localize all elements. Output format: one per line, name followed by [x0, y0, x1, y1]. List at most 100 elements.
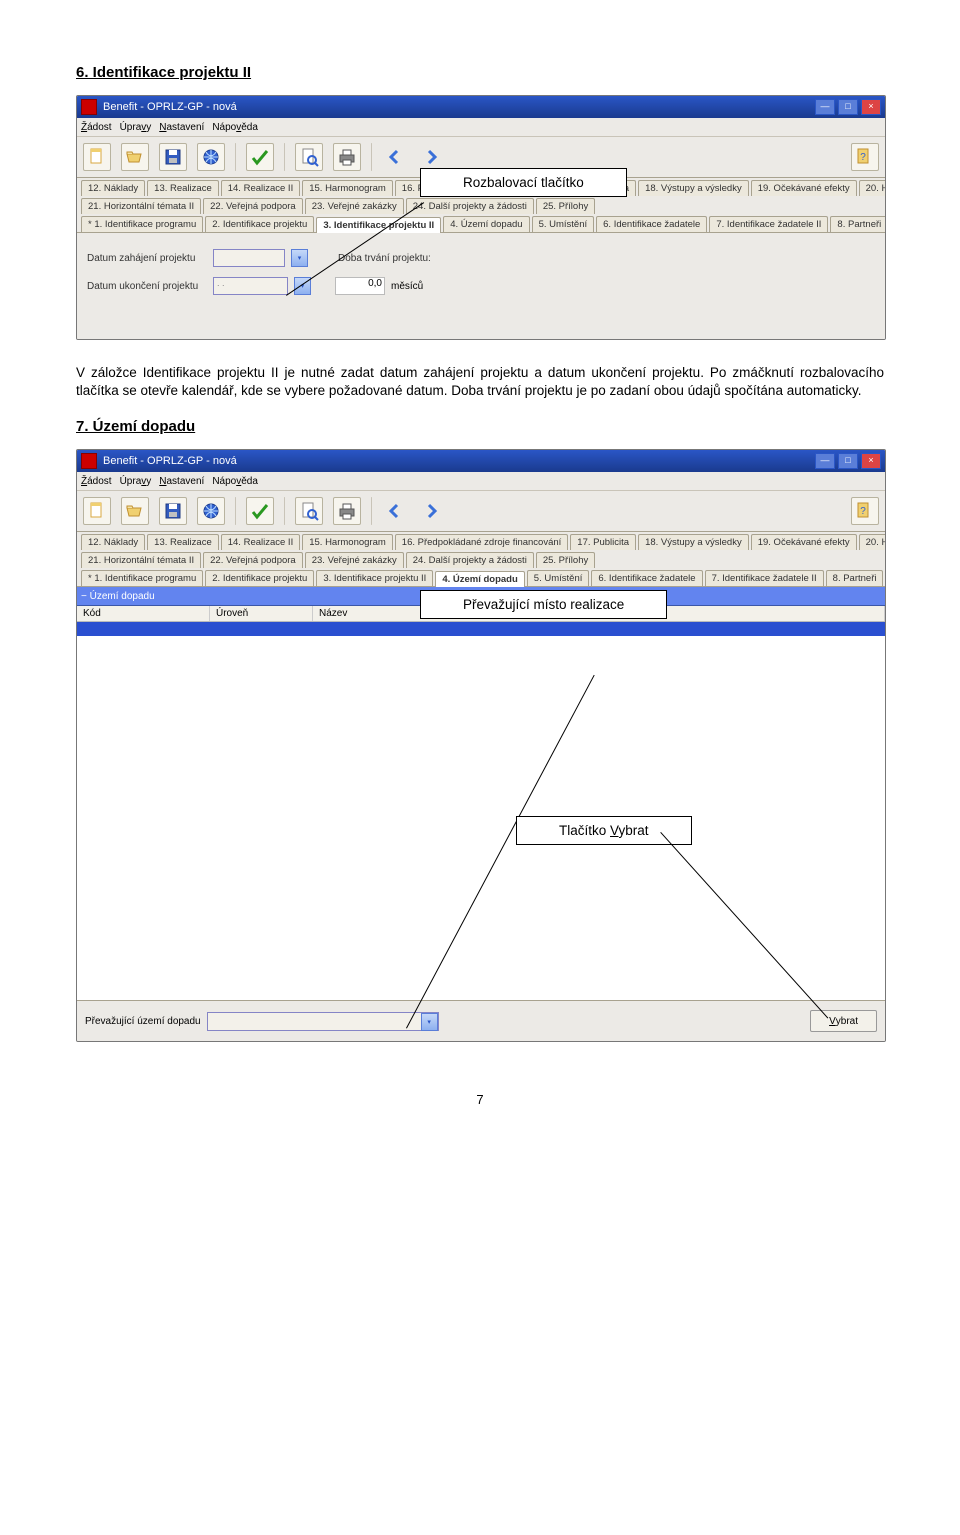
toolbar-separator	[284, 143, 285, 171]
close-button[interactable]: ×	[861, 99, 881, 115]
tab-5[interactable]: 5. Umístění	[527, 570, 590, 586]
menu-napoveda[interactable]: Nápověda	[212, 476, 258, 487]
col-kod[interactable]: Kód	[77, 606, 210, 621]
svg-text:?: ?	[860, 152, 866, 163]
toolbar-check-icon[interactable]	[246, 143, 274, 171]
tab-24[interactable]: 24. Další projekty a žádosti	[406, 198, 534, 214]
tab-3-active[interactable]: 3. Identifikace projektu II	[316, 217, 441, 233]
maximize-button[interactable]: □	[838, 99, 858, 115]
menu-napoveda[interactable]: Nápověda	[212, 122, 258, 133]
menu-zadost[interactable]: Žádost	[81, 122, 112, 133]
label-datum-zahajeni: Datum zahájení projektu	[87, 253, 207, 264]
toolbar-open-icon[interactable]	[121, 143, 149, 171]
svg-text:?: ?	[860, 506, 866, 517]
tab-18[interactable]: 18. Výstupy a výsledky	[638, 180, 749, 196]
tab-20[interactable]: 20. Horizontální témata I	[859, 534, 886, 550]
col-uroven[interactable]: Úroveň	[210, 606, 313, 621]
toolbar-prev-icon[interactable]	[382, 144, 408, 170]
tab-4[interactable]: 4. Území dopadu	[443, 216, 529, 232]
tab-1[interactable]: * 1. Identifikace programu	[81, 570, 203, 586]
toolbar-next-icon[interactable]	[418, 144, 444, 170]
callout-prevazujici-misto: Převažující místo realizace	[420, 590, 667, 619]
tab-13[interactable]: 13. Realizace	[147, 180, 219, 196]
toolbar-print-icon[interactable]	[333, 143, 361, 171]
tab-23[interactable]: 23. Veřejné zakázky	[305, 198, 404, 214]
tab-1[interactable]: * 1. Identifikace programu	[81, 216, 203, 232]
toolbar-new-icon[interactable]	[83, 497, 111, 525]
dropdown-icon-zahajeni[interactable]: ▾	[291, 249, 308, 267]
vybrat-button[interactable]: Vybrat	[810, 1010, 877, 1032]
tab-24[interactable]: 24. Další projekty a žádosti	[406, 552, 534, 568]
window-title-2: Benefit - OPRLZ-GP - nová	[103, 455, 237, 467]
tab-23[interactable]: 23. Veřejné zakázky	[305, 552, 404, 568]
toolbar-check-icon[interactable]	[246, 497, 274, 525]
minimize-button[interactable]: —	[815, 99, 835, 115]
tab-8[interactable]: 8. Partneři	[826, 570, 884, 586]
tab-9[interactable]: 9. Popis	[885, 570, 886, 586]
dropdown-icon-prevazujici[interactable]: ▾	[421, 1013, 438, 1031]
toolbar-globe-icon[interactable]	[197, 143, 225, 171]
toolbar-2: ?	[77, 491, 885, 532]
input-datum-ukonceni[interactable]: . .	[213, 277, 288, 295]
tab-17[interactable]: 17. Publicita	[570, 534, 636, 550]
toolbar-save-icon[interactable]	[159, 143, 187, 171]
toolbar-help-icon[interactable]: ?	[851, 497, 879, 525]
bottom-bar: Převažující území dopadu ▾ Vybrat	[77, 1001, 885, 1041]
toolbar-preview-icon[interactable]	[295, 143, 323, 171]
page-number: 7	[76, 1092, 884, 1107]
toolbar-separator	[235, 143, 236, 171]
tab-14[interactable]: 14. Realizace II	[221, 180, 300, 196]
table-row-selected[interactable]	[77, 622, 885, 636]
tab-2[interactable]: 2. Identifikace projektu	[205, 570, 314, 586]
tab-21[interactable]: 21. Horizontální témata II	[81, 198, 201, 214]
tab-7[interactable]: 7. Identifikace žadatele II	[709, 216, 828, 232]
tab-6[interactable]: 6. Identifikace žadatele	[596, 216, 707, 232]
input-datum-zahajeni[interactable]	[213, 249, 285, 267]
menu-zadost[interactable]: Žádost	[81, 476, 112, 487]
toolbar-separator	[371, 143, 372, 171]
tab-3[interactable]: 3. Identifikace projektu II	[316, 570, 433, 586]
tab-6[interactable]: 6. Identifikace žadatele	[591, 570, 702, 586]
tab-25[interactable]: 25. Přílohy	[536, 552, 595, 568]
tab-20[interactable]: 20. Horizontální témata I	[859, 180, 886, 196]
tab-12[interactable]: 12. Náklady	[81, 180, 145, 196]
tab-14[interactable]: 14. Realizace II	[221, 534, 300, 550]
tab-4-active[interactable]: 4. Území dopadu	[435, 571, 524, 587]
tab-16[interactable]: 16. Předpokládané zdroje financování	[395, 534, 569, 550]
minimize-button[interactable]: —	[815, 453, 835, 469]
tab-18[interactable]: 18. Výstupy a výsledky	[638, 534, 749, 550]
toolbar-new-icon[interactable]	[83, 143, 111, 171]
toolbar-globe-icon[interactable]	[197, 497, 225, 525]
tab-22[interactable]: 22. Veřejná podpora	[203, 552, 303, 568]
tab-8[interactable]: 8. Partneři	[830, 216, 886, 232]
menubar: Žádost Úpravy Nastavení Nápověda	[77, 118, 885, 137]
select-prevazujici-uzemi[interactable]: ▾	[207, 1012, 439, 1031]
menu-nastaveni[interactable]: Nastavení	[159, 476, 204, 487]
toolbar-prev-icon[interactable]	[382, 498, 408, 524]
list-body[interactable]	[77, 622, 885, 1001]
menu-upravy[interactable]: Úpravy	[120, 122, 152, 133]
tab-19[interactable]: 19. Očekávané efekty	[751, 180, 857, 196]
toolbar-open-icon[interactable]	[121, 497, 149, 525]
tab-22[interactable]: 22. Veřejná podpora	[203, 198, 303, 214]
tab-25[interactable]: 25. Přílohy	[536, 198, 595, 214]
maximize-button[interactable]: □	[838, 453, 858, 469]
tab-12[interactable]: 12. Náklady	[81, 534, 145, 550]
menu-upravy[interactable]: Úpravy	[120, 476, 152, 487]
toolbar-next-icon[interactable]	[418, 498, 444, 524]
toolbar-preview-icon[interactable]	[295, 497, 323, 525]
body-text: V záložce Identifikace projektu II je nu…	[76, 364, 884, 400]
tab-5[interactable]: 5. Umístění	[532, 216, 595, 232]
toolbar-save-icon[interactable]	[159, 497, 187, 525]
close-button[interactable]: ×	[861, 453, 881, 469]
tab-7[interactable]: 7. Identifikace žadatele II	[705, 570, 824, 586]
tab-15[interactable]: 15. Harmonogram	[302, 180, 393, 196]
tab-13[interactable]: 13. Realizace	[147, 534, 219, 550]
tab-2[interactable]: 2. Identifikace projektu	[205, 216, 314, 232]
toolbar-help-icon[interactable]: ?	[851, 143, 879, 171]
tab-15[interactable]: 15. Harmonogram	[302, 534, 393, 550]
toolbar-print-icon[interactable]	[333, 497, 361, 525]
menu-nastaveni[interactable]: Nastavení	[159, 122, 204, 133]
tab-21[interactable]: 21. Horizontální témata II	[81, 552, 201, 568]
tab-19[interactable]: 19. Očekávané efekty	[751, 534, 857, 550]
